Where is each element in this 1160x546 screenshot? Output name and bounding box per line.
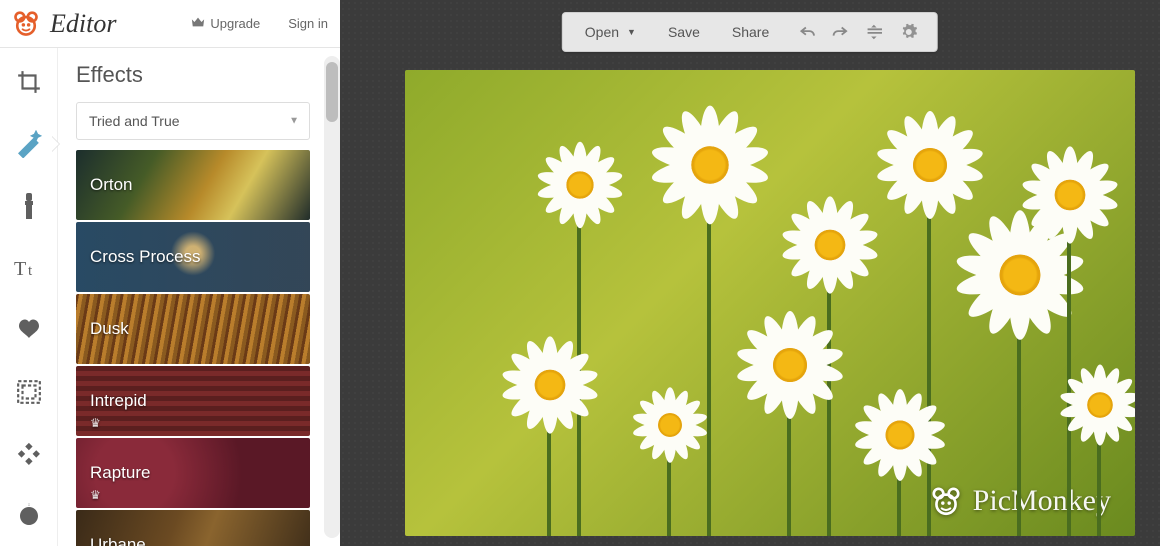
canvas-toolbar: Open ▼ Save Share [562, 12, 938, 52]
tool-overlays[interactable] [9, 310, 49, 350]
undo-icon[interactable] [797, 22, 817, 42]
effect-intrepid[interactable]: Intrepid ♛ [76, 366, 310, 436]
effect-label: Intrepid [90, 391, 147, 411]
tool-text[interactable]: Tt [9, 248, 49, 288]
tool-textures[interactable] [9, 434, 49, 474]
effect-label: Urbane [90, 535, 146, 546]
settings-gear-icon[interactable] [899, 22, 919, 42]
save-label: Save [668, 24, 700, 40]
svg-text:t: t [28, 263, 33, 279]
layers-icon[interactable] [865, 22, 885, 42]
signin-link[interactable]: Sign in [288, 16, 328, 31]
app-title: Editor [50, 9, 116, 39]
effect-label: Orton [90, 175, 133, 195]
effect-label: Cross Process [90, 247, 201, 267]
effect-rapture[interactable]: Rapture ♛ [76, 438, 310, 508]
share-label: Share [732, 24, 769, 40]
premium-crown-icon: ♛ [90, 416, 101, 430]
effect-dusk[interactable]: Dusk [76, 294, 310, 364]
upgrade-label: Upgrade [210, 16, 260, 31]
effects-list: Orton Cross Process Dusk Intrepid ♛ Rapt… [76, 150, 334, 546]
brand-bar: Editor Upgrade Sign in [0, 0, 340, 48]
effect-label: Rapture [90, 463, 150, 483]
chevron-down-icon: ▼ [627, 27, 636, 37]
crown-icon [191, 16, 205, 31]
svg-text:T: T [14, 258, 26, 280]
tool-frames[interactable] [9, 372, 49, 412]
scrollbar[interactable] [324, 56, 340, 538]
share-button[interactable]: Share [718, 17, 783, 47]
watermark-text: PicMonkey [973, 484, 1111, 518]
chevron-down-icon: ▼ [289, 116, 299, 127]
effect-category-select[interactable]: Tried and True ▼ [76, 102, 310, 140]
effect-orton[interactable]: Orton [76, 150, 310, 220]
panel-title: Effects [76, 62, 334, 88]
redo-icon[interactable] [831, 22, 851, 42]
tool-themes[interactable] [9, 496, 49, 536]
save-button[interactable]: Save [654, 17, 714, 47]
open-button[interactable]: Open ▼ [571, 17, 650, 47]
scrollbar-thumb[interactable] [326, 62, 338, 122]
effect-label: Dusk [90, 319, 129, 339]
effects-panel: Effects Tried and True ▼ Orton Cross Pro… [58, 48, 340, 546]
effect-cross-process[interactable]: Cross Process [76, 222, 310, 292]
effect-urbane[interactable]: Urbane ♛ [76, 510, 310, 546]
tool-touchup[interactable] [9, 186, 49, 226]
canvas-area: Open ▼ Save Share [340, 0, 1160, 546]
effect-category-label: Tried and True [89, 113, 180, 129]
upgrade-link[interactable]: Upgrade [191, 16, 260, 31]
premium-crown-icon: ♛ [90, 488, 101, 502]
tool-rail: Tt [0, 48, 58, 546]
tool-crop[interactable] [9, 62, 49, 102]
open-label: Open [585, 24, 619, 40]
tool-effects[interactable] [9, 124, 49, 164]
brand-logo-icon [12, 10, 40, 38]
canvas-image[interactable]: PicMonkey [405, 70, 1135, 536]
left-sidebar: Editor Upgrade Sign in [0, 0, 340, 546]
